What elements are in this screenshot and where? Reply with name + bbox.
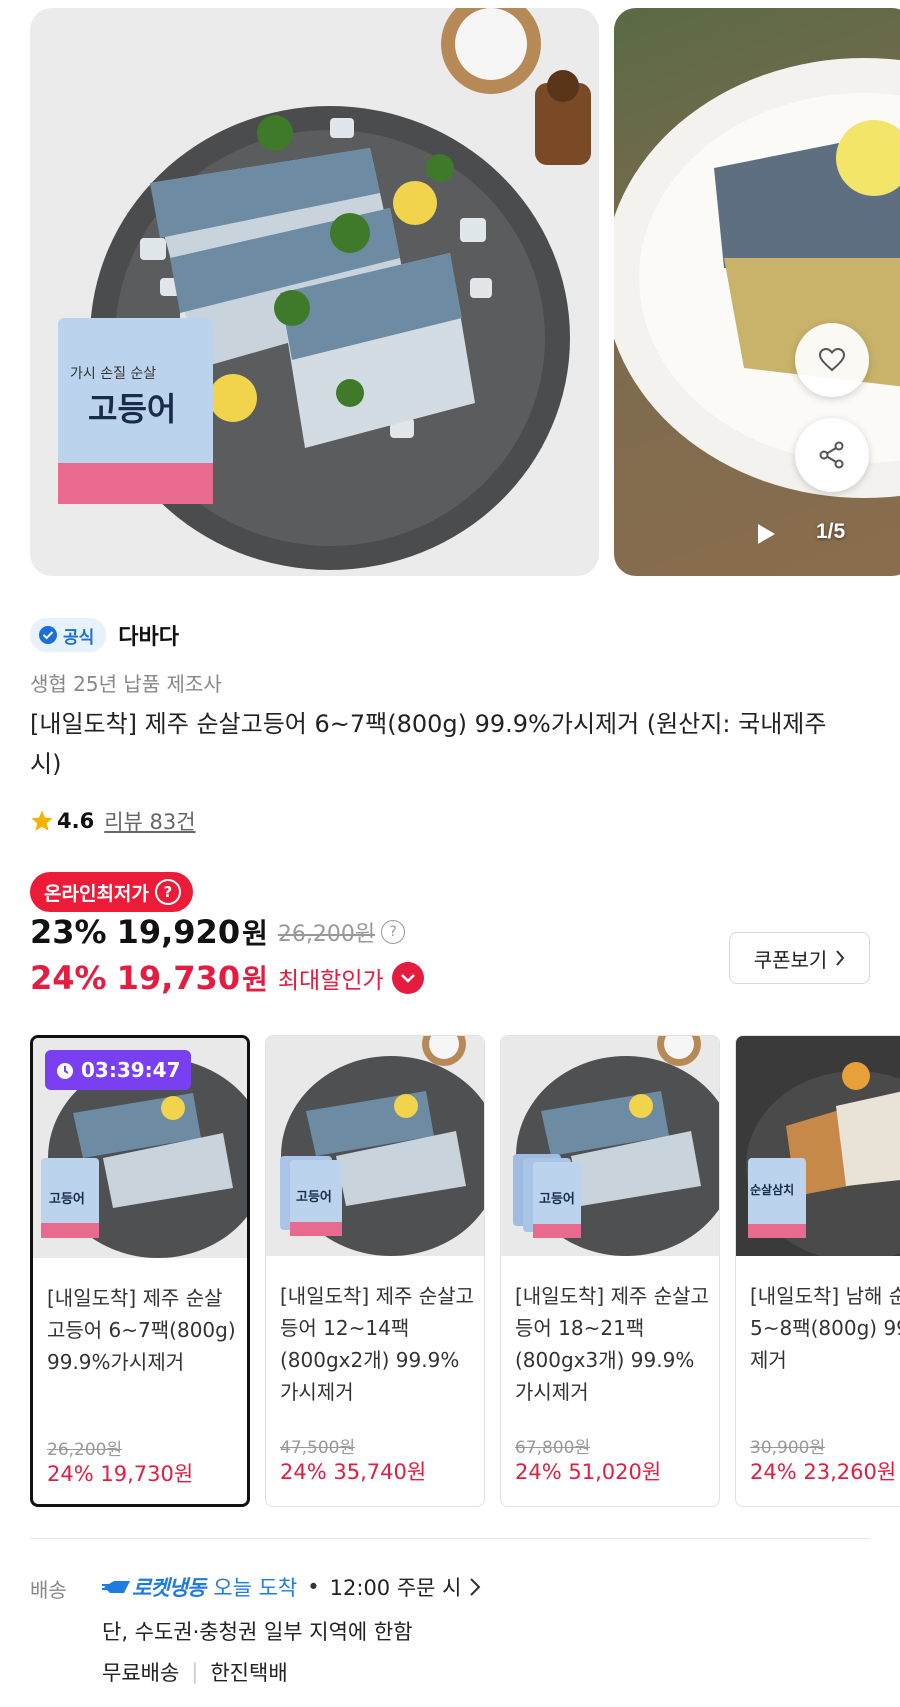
arrival-text: 오늘 도착 bbox=[213, 1576, 298, 1600]
chevron-right-icon bbox=[836, 950, 845, 966]
option-card[interactable]: 고등어 [내일도착] 제주 순살고등어 18~21팩(800gx3개) 99.9… bbox=[500, 1035, 720, 1507]
lowest-price-label: 온라인최저가 bbox=[44, 882, 149, 905]
chevron-right-icon bbox=[470, 1578, 481, 1596]
rocket-frozen-logo-icon bbox=[102, 1581, 130, 1593]
seller-row[interactable]: 공식 다바다 bbox=[30, 615, 179, 655]
image-gallery[interactable]: 가시 손질 순살 고등어 bbox=[30, 8, 900, 576]
option-sale-price: 24% 51,020원 bbox=[515, 1460, 662, 1484]
official-badge: 공식 bbox=[30, 618, 107, 652]
coupon-button[interactable]: 쿠폰보기 bbox=[729, 932, 870, 984]
delivery-label: 배송 bbox=[30, 1578, 67, 1602]
option-original-price: 30,900원 bbox=[750, 1438, 826, 1458]
max-discount-price: 19,730 bbox=[116, 959, 241, 997]
free-shipping-label: 무료배송 bbox=[102, 1661, 180, 1685]
product-title: [내일도착] 제주 순살고등어 6~7팩(800g) 99.9%가시제거 (원산… bbox=[30, 710, 827, 778]
max-discount-row: 24% 19,730 원 최대할인가 bbox=[30, 958, 424, 998]
option-thumbnail: 고등어 bbox=[266, 1036, 484, 1256]
share-button[interactable] bbox=[795, 418, 869, 492]
package-label: 고등어 bbox=[49, 1192, 85, 1207]
option-name: [내일도착] 제주 순살고등어 18~21팩(800gx3개) 99.9%가시제… bbox=[515, 1284, 709, 1404]
rocket-frozen-logo: 로켓냉동 bbox=[132, 1576, 206, 1600]
option-thumbnail: 03:39:47 고등어 bbox=[33, 1038, 247, 1258]
chevron-down-icon[interactable] bbox=[391, 962, 424, 994]
option-name: [내일도착] 제주 순살고등어 6~7팩(800g) 99.9%가시제거 bbox=[47, 1286, 236, 1374]
option-original-price: 26,200원 bbox=[47, 1440, 123, 1460]
section-divider bbox=[30, 1538, 870, 1539]
max-currency-unit: 원 bbox=[242, 963, 268, 996]
option-thumbnail: 순살삼치 bbox=[736, 1036, 900, 1256]
price-row: 23% 19,920 원 26,200원 ? bbox=[30, 912, 406, 952]
heart-outline-icon bbox=[819, 348, 845, 372]
star-icon bbox=[31, 810, 53, 831]
delivery-region-note: 단, 수도권·충청권 일부 지역에 한함 bbox=[102, 1620, 413, 1644]
mackerel-plate-illustration bbox=[58, 8, 591, 570]
option-list[interactable]: 03:39:47 고등어 [내일도착] 제주 순살고등어 6~7팩(800g) … bbox=[30, 1035, 900, 1507]
option-original-price: 47,500원 bbox=[280, 1438, 356, 1458]
review-count-link[interactable]: 리뷰 83건 bbox=[104, 806, 195, 836]
lowest-price-badge[interactable]: 온라인최저가 ? bbox=[30, 872, 193, 912]
product-image-main[interactable]: 가시 손질 순살 고등어 bbox=[30, 8, 599, 576]
delivery-cost-row: 무료배송 | 한진택배 bbox=[102, 1657, 288, 1687]
image-counter: 1/5 bbox=[816, 520, 846, 543]
package-label-top: 가시 손질 순살 bbox=[70, 366, 157, 382]
seller-name[interactable]: 다바다 bbox=[118, 619, 179, 651]
max-discount-percent: 24% bbox=[30, 959, 107, 997]
package-label-main: 고등어 bbox=[88, 390, 177, 428]
sale-price: 19,920 bbox=[116, 913, 241, 951]
help-icon: ? bbox=[154, 879, 181, 905]
coupon-button-label: 쿠폰보기 bbox=[753, 947, 828, 972]
price-info-icon[interactable]: ? bbox=[381, 920, 406, 944]
option-thumbnail: 고등어 bbox=[501, 1036, 719, 1256]
option-card[interactable]: 고등어 [내일도착] 제주 순살고등어 12~14팩(800gx2개) 99.9… bbox=[265, 1035, 485, 1507]
product-image-2[interactable] bbox=[614, 8, 900, 576]
official-badge-label: 공식 bbox=[63, 627, 95, 648]
option-card[interactable]: 순살삼치 [내일도착] 남해 순살삼치 5~8팩(800g) 99.9%가시제거… bbox=[735, 1035, 900, 1507]
rating-score: 4.6 bbox=[57, 809, 95, 833]
option-card[interactable]: 03:39:47 고등어 [내일도착] 제주 순살고등어 6~7팩(800g) … bbox=[30, 1035, 250, 1507]
carrier-name: 한진택배 bbox=[210, 1661, 288, 1685]
original-price: 26,200원 bbox=[277, 922, 376, 947]
package-label: 고등어 bbox=[296, 1190, 332, 1205]
option-name: [내일도착] 남해 순살삼치 5~8팩(800g) 99.9%가시제거 bbox=[750, 1284, 900, 1372]
countdown-timer: 03:39:47 bbox=[45, 1050, 191, 1090]
verified-check-icon bbox=[39, 626, 57, 644]
option-sale-price: 24% 23,260원 bbox=[750, 1460, 897, 1484]
option-sale-price: 24% 35,740원 bbox=[280, 1460, 427, 1484]
max-discount-label: 최대할인가 bbox=[277, 968, 384, 994]
option-sale-price: 24% 19,730원 bbox=[47, 1462, 194, 1486]
product-subtitle: 생협 25년 납품 제조사 bbox=[30, 672, 222, 696]
currency-unit: 원 bbox=[242, 917, 268, 950]
order-cutoff-time: 12:00 주문 시 bbox=[329, 1576, 462, 1600]
option-original-price: 67,800원 bbox=[515, 1438, 591, 1458]
timer-value: 03:39:47 bbox=[81, 1058, 181, 1082]
cooked-mackerel-illustration bbox=[614, 58, 900, 498]
separator-dot: • bbox=[307, 1575, 320, 1599]
play-icon[interactable] bbox=[755, 522, 777, 546]
rating-row[interactable]: 4.6 리뷰 83건 bbox=[30, 806, 196, 836]
discount-percent: 23% bbox=[30, 913, 107, 951]
separator-bar: | bbox=[191, 1660, 199, 1684]
option-name: [내일도착] 제주 순살고등어 12~14팩(800gx2개) 99.9%가시제… bbox=[280, 1284, 474, 1404]
share-icon bbox=[819, 441, 844, 469]
clock-icon bbox=[57, 1063, 73, 1079]
package-label: 고등어 bbox=[539, 1192, 575, 1207]
like-button[interactable] bbox=[795, 323, 869, 397]
package-label: 순살삼치 bbox=[750, 1183, 795, 1197]
delivery-info-row[interactable]: 로켓냉동 오늘 도착 • 12:00 주문 시 bbox=[102, 1572, 481, 1602]
